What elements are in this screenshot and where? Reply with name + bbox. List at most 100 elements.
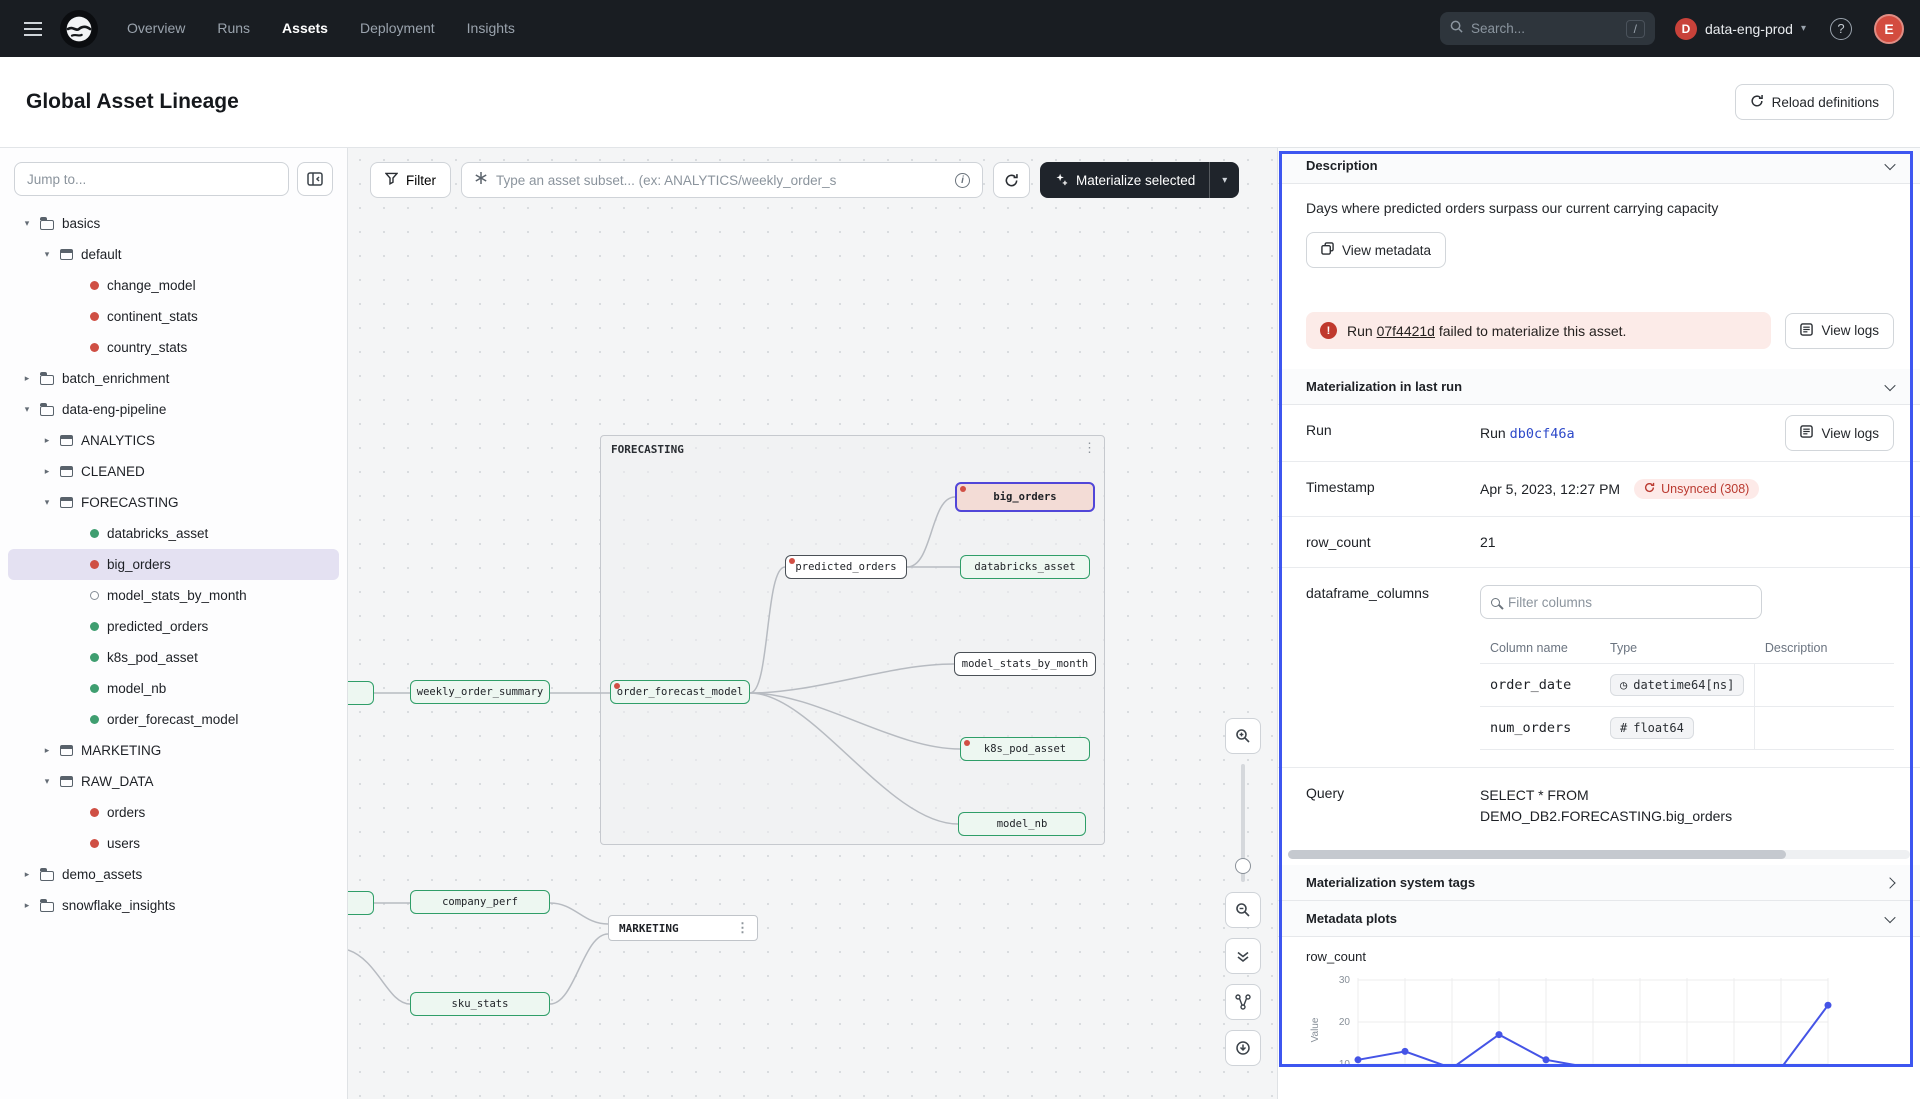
asset-node[interactable]: [348, 891, 374, 915]
asset-node[interactable]: databricks_asset: [960, 555, 1090, 579]
tree-caret-icon[interactable]: ▸: [22, 900, 32, 911]
user-avatar[interactable]: E: [1874, 14, 1904, 44]
tree-item[interactable]: ▸ MARKETING: [8, 735, 339, 766]
tree-caret-icon[interactable]: ▾: [42, 249, 52, 260]
asset-subset-input[interactable]: [496, 173, 947, 188]
relayout-graph-button[interactable]: [1225, 984, 1261, 1020]
nav-item[interactable]: Insights: [454, 0, 528, 57]
reload-definitions-button[interactable]: Reload definitions: [1735, 84, 1894, 120]
tree-item[interactable]: users: [8, 828, 339, 859]
tree-item[interactable]: orders: [8, 797, 339, 828]
tree-caret-icon[interactable]: ▸: [42, 745, 52, 756]
tree-item[interactable]: databricks_asset: [8, 518, 339, 549]
tree-item[interactable]: country_stats: [8, 332, 339, 363]
tree-item[interactable]: order_forecast_model: [8, 704, 339, 735]
sidebar-collapse-button[interactable]: [297, 162, 333, 196]
asset-node[interactable]: weekly_order_summary: [410, 680, 550, 704]
asset-subset-input-box[interactable]: i: [461, 162, 983, 198]
materialize-selected-label: Materialize selected: [1076, 173, 1195, 188]
nav-item[interactable]: Runs: [204, 0, 263, 57]
tree-item[interactable]: ▾ FORECASTING: [8, 487, 339, 518]
jump-to-input[interactable]: [14, 162, 289, 196]
tree-item[interactable]: ▸ batch_enrichment: [8, 363, 339, 394]
menu-icon[interactable]: [16, 12, 50, 46]
filter-columns-input[interactable]: [1508, 595, 1751, 610]
asset-node[interactable]: order_forecast_model: [610, 680, 750, 704]
table-row[interactable]: order_date ◷ datetime64[ns]: [1480, 664, 1894, 707]
lineage-canvas[interactable]: Filter i Materialize selected ▾: [348, 148, 1277, 1099]
collapse-groups-button[interactable]: [1225, 938, 1261, 974]
asset-node[interactable]: predicted_orders: [785, 555, 907, 579]
asset-group-marketing[interactable]: MARKETING ⋮: [608, 915, 758, 941]
tree-item-label: order_forecast_model: [107, 712, 238, 727]
global-search[interactable]: /: [1440, 12, 1655, 45]
nav-item[interactable]: Assets: [269, 0, 341, 57]
info-icon[interactable]: i: [955, 173, 970, 188]
tree-caret-icon[interactable]: ▸: [42, 466, 52, 477]
table-row[interactable]: num_orders # float64: [1480, 707, 1894, 750]
section-metadata-plots[interactable]: Metadata plots: [1278, 901, 1920, 937]
section-description[interactable]: Description: [1278, 148, 1920, 184]
tree-item[interactable]: ▸ ANALYTICS: [8, 425, 339, 456]
tree-item[interactable]: model_nb: [8, 673, 339, 704]
tree-item[interactable]: ▸ snowflake_insights: [8, 890, 339, 921]
tree-item[interactable]: ▾ data-eng-pipeline: [8, 394, 339, 425]
zoom-slider-handle[interactable]: [1235, 858, 1251, 874]
help-icon[interactable]: ?: [1830, 18, 1852, 40]
tree-item[interactable]: ▸ CLEANED: [8, 456, 339, 487]
failed-run-link[interactable]: 07f4421d: [1377, 323, 1435, 339]
filter-columns-box[interactable]: [1480, 585, 1762, 619]
tree-caret-icon[interactable]: ▾: [42, 497, 52, 508]
tree-item[interactable]: ▾ default: [8, 239, 339, 270]
group-expand-icon[interactable]: ⋮: [736, 921, 749, 936]
query-value: SELECT * FROM DEMO_DB2.FORECASTING.big_o…: [1478, 768, 1728, 844]
horizontal-scrollbar[interactable]: [1288, 850, 1910, 859]
tree-caret-icon[interactable]: ▾: [42, 776, 52, 787]
filter-button[interactable]: Filter: [370, 162, 451, 198]
tree-item[interactable]: k8s_pod_asset: [8, 642, 339, 673]
tree-item[interactable]: model_stats_by_month: [8, 580, 339, 611]
view-logs-button[interactable]: View logs: [1785, 415, 1894, 451]
tree-item[interactable]: ▾ RAW_DATA: [8, 766, 339, 797]
asset-node[interactable]: model_stats_by_month: [954, 652, 1096, 676]
asset-node[interactable]: company_perf: [410, 890, 550, 914]
refresh-graph-button[interactable]: [993, 162, 1030, 198]
zoom-slider[interactable]: [1225, 764, 1261, 882]
view-metadata-button[interactable]: View metadata: [1306, 232, 1446, 268]
dataframe-columns-label: dataframe_columns: [1306, 568, 1478, 767]
tree-item[interactable]: big_orders: [8, 549, 339, 580]
deployment-switcher[interactable]: D data-eng-prod ▾: [1675, 18, 1806, 40]
search-input[interactable]: [1471, 21, 1618, 36]
tree-caret-icon[interactable]: ▾: [22, 218, 32, 229]
unsynced-badge[interactable]: Unsynced (308): [1634, 479, 1759, 499]
asset-node[interactable]: [348, 681, 374, 705]
nav-item[interactable]: Deployment: [347, 0, 448, 57]
asset-node[interactable]: big_orders: [955, 482, 1095, 512]
tree-caret-icon[interactable]: ▸: [22, 373, 32, 384]
section-materialization[interactable]: Materialization in last run: [1278, 369, 1920, 405]
column-name: order_date: [1480, 664, 1600, 707]
scrollbar-thumb[interactable]: [1288, 850, 1786, 859]
run-id-link[interactable]: db0cf46a: [1510, 426, 1575, 442]
recenter-view-button[interactable]: [1225, 1030, 1261, 1066]
asset-node[interactable]: k8s_pod_asset: [960, 737, 1090, 761]
metadata-plot-block: row_count 102030Value: [1278, 937, 1920, 1071]
tree-item[interactable]: ▾ basics: [8, 208, 339, 239]
materialize-dropdown-button[interactable]: ▾: [1209, 162, 1239, 198]
tree-item[interactable]: ▸ demo_assets: [8, 859, 339, 890]
view-logs-button[interactable]: View logs: [1785, 313, 1894, 349]
dagster-logo-icon[interactable]: [60, 10, 98, 48]
tree-item[interactable]: change_model: [8, 270, 339, 301]
asset-node[interactable]: sku_stats: [410, 992, 550, 1016]
tree-caret-icon[interactable]: ▸: [22, 869, 32, 880]
tree-caret-icon[interactable]: ▸: [42, 435, 52, 446]
tree-item[interactable]: predicted_orders: [8, 611, 339, 642]
tree-caret-icon[interactable]: ▾: [22, 404, 32, 415]
zoom-out-button[interactable]: [1225, 892, 1261, 928]
nav-item[interactable]: Overview: [114, 0, 198, 57]
tree-item[interactable]: continent_stats: [8, 301, 339, 332]
zoom-in-button[interactable]: [1225, 718, 1261, 754]
asset-node[interactable]: model_nb: [958, 812, 1086, 836]
section-system-tags[interactable]: Materialization system tags: [1278, 865, 1920, 901]
materialize-selected-button[interactable]: Materialize selected: [1040, 162, 1209, 198]
